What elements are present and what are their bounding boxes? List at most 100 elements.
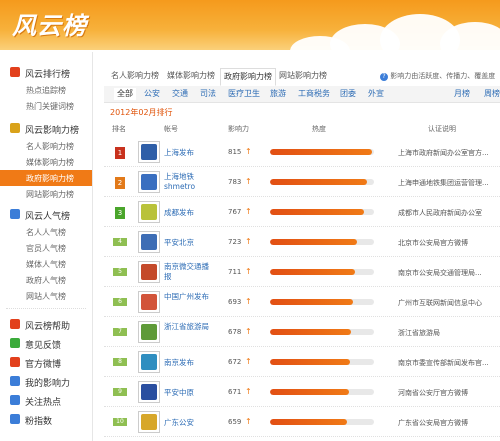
category-filter[interactable]: 医疗卫生 [228, 88, 260, 100]
sidebar-link[interactable]: 官方微博 [0, 354, 92, 372]
tab-item[interactable]: 政府影响力榜 [220, 68, 276, 86]
header-influence: 影响力 [228, 125, 249, 133]
certification-text: 广州市互联网新闻信息中心 [398, 299, 482, 307]
rank-badge: 9 [113, 388, 127, 396]
category-filter[interactable]: 司法 [200, 88, 216, 100]
category-filter[interactable]: 旅游 [270, 88, 286, 100]
certification-text: 北京市公安局官方微博 [398, 239, 468, 247]
rank-badge: 10 [113, 418, 127, 426]
account-name-link[interactable]: 平安中原 [164, 388, 216, 398]
sidebar-group[interactable]: 风云影响力榜 [0, 120, 92, 138]
avatar[interactable] [138, 201, 160, 223]
avatar[interactable] [138, 381, 160, 403]
account-name-link[interactable]: 浙江省旅游局 [164, 322, 216, 332]
trend-up-icon: ↑ [245, 207, 252, 216]
account-name-link[interactable]: 广东公安 [164, 418, 216, 428]
heat-bar-fill [270, 329, 352, 335]
account-name-link[interactable]: 平安北京 [164, 238, 216, 248]
category-filter[interactable]: 公安 [144, 88, 160, 100]
account-name-link[interactable]: 中国广州发布 [164, 292, 216, 302]
table-row[interactable]: 5 南京微交通播报 711 ↑ 南京市公安局交通管理局... [104, 258, 500, 287]
avatar[interactable] [138, 411, 160, 433]
category-filter[interactable]: 工商税务 [298, 88, 330, 100]
account-name-link[interactable]: 上海发布 [164, 148, 216, 158]
header-cert: 认证说明 [428, 125, 456, 133]
link-icon [10, 395, 20, 405]
sidebar-link[interactable]: 粉指数 [0, 411, 92, 429]
sidebar-link[interactable]: 关注热点 [0, 392, 92, 410]
avatar[interactable] [138, 231, 160, 253]
account-name-link[interactable]: 上海地铁shmetro [164, 172, 216, 192]
certification-text: 南京市公安局交通管理局... [398, 269, 482, 277]
category-filter[interactable]: 全部 [114, 88, 136, 100]
avatar[interactable] [138, 141, 160, 163]
tab-note: ? 影响力由活跃度、传播力、覆盖度 [380, 71, 495, 81]
sidebar-item[interactable]: 名人人气榜 [0, 224, 92, 240]
trend-up-icon: ↑ [245, 387, 252, 396]
sidebar-link[interactable]: 意见反馈 [0, 335, 92, 353]
sidebar-item[interactable]: 名人影响力榜 [0, 138, 92, 154]
category-filter[interactable]: 外宣 [368, 88, 384, 100]
tab-item[interactable]: 网站影响力榜 [276, 68, 330, 84]
avatar[interactable] [138, 261, 160, 283]
avatar[interactable] [138, 171, 160, 193]
heat-bar [270, 239, 374, 245]
heat-bar-fill [270, 269, 356, 275]
sidebar-item-label: 热点追踪榜 [26, 86, 66, 95]
sidebar-link[interactable]: 风云榜帮助 [0, 316, 92, 334]
sidebar-link[interactable]: 我的影响力 [0, 373, 92, 391]
logo[interactable]: 风云榜 [12, 6, 87, 41]
table-row[interactable]: 3 成都发布 767 ↑ 成都市人民政府新闻办公室 [104, 198, 500, 227]
sidebar-item-label: 媒体人气榜 [26, 260, 66, 269]
heat-bar [270, 299, 374, 305]
tab-item[interactable]: 名人影响力榜 [108, 68, 162, 84]
sidebar-item[interactable]: 媒体人气榜 [0, 256, 92, 272]
sidebar-item-label: 网站影响力榜 [26, 190, 74, 199]
sidebar-item[interactable]: 政府人气榜 [0, 272, 92, 288]
sidebar-item[interactable]: 热点追踪榜 [0, 82, 92, 98]
table-row[interactable]: 2 上海地铁shmetro 783 ↑ 上海申通地铁集团运营管理... [104, 168, 500, 197]
account-name-link[interactable]: 成都发布 [164, 208, 216, 218]
influence-score: 815 [228, 148, 242, 156]
sidebar-group[interactable]: 风云排行榜 [0, 64, 92, 82]
sidebar-item[interactable]: 政府影响力榜 [0, 170, 92, 186]
table-row[interactable]: 1 上海发布 815 ↑ 上海市政府新闻办公室官方... [104, 138, 500, 167]
sidebar-item[interactable]: 媒体影响力榜 [0, 154, 92, 170]
table-row[interactable]: 7 浙江省旅游局 678 ↑ 浙江省旅游局 [104, 318, 500, 347]
account-name-link[interactable]: 南京发布 [164, 358, 216, 368]
heat-bar [270, 329, 374, 335]
avatar-image [141, 414, 157, 430]
rank-badge: 3 [115, 207, 125, 219]
trend-up-icon: ↑ [245, 357, 252, 366]
table-row[interactable]: 8 南京发布 672 ↑ 南京市委宣传部新闻发布官... [104, 348, 500, 377]
table-row[interactable]: 4 平安北京 723 ↑ 北京市公安局官方微博 [104, 228, 500, 257]
account-name-link[interactable]: 南京微交通播报 [164, 262, 216, 282]
category-filter[interactable]: 交通 [172, 88, 188, 100]
info-icon: ? [380, 73, 388, 81]
avatar-image [141, 384, 157, 400]
sidebar-item-label: 名人影响力榜 [26, 142, 74, 151]
period-link[interactable]: 周榜 [484, 88, 500, 100]
sidebar-item[interactable]: 网站人气榜 [0, 288, 92, 304]
sidebar-item[interactable]: 网站影响力榜 [0, 186, 92, 202]
avatar[interactable] [138, 291, 160, 313]
avatar[interactable] [138, 321, 160, 343]
table-row[interactable]: 6 中国广州发布 693 ↑ 广州市互联网新闻信息中心 [104, 288, 500, 317]
period-link[interactable]: 月榜 [454, 88, 470, 100]
sidebar-item[interactable]: 热门关键词榜 [0, 98, 92, 114]
heat-bar [270, 269, 374, 275]
avatar-image [141, 324, 157, 340]
group-icon [10, 209, 20, 219]
tab-item[interactable]: 媒体影响力榜 [164, 68, 218, 84]
table-row[interactable]: 9 平安中原 671 ↑ 河南省公安厅官方微博 [104, 378, 500, 407]
category-bar: 全部 公安 交通 司法 医疗卫生 旅游 工商税务 团委 外宣 月榜 周榜 [104, 86, 500, 103]
sidebar-group[interactable]: 风云人气榜 [0, 206, 92, 224]
heat-bar [270, 149, 374, 155]
sidebar-item[interactable]: 官员人气榜 [0, 240, 92, 256]
avatar-image [141, 204, 157, 220]
category-filter[interactable]: 团委 [340, 88, 356, 100]
table-row[interactable]: 10 广东公安 659 ↑ 广东省公安局官方微博 [104, 408, 500, 437]
avatar[interactable] [138, 351, 160, 373]
heat-bar [270, 419, 374, 425]
certification-text: 上海申通地铁集团运营管理... [398, 179, 489, 187]
